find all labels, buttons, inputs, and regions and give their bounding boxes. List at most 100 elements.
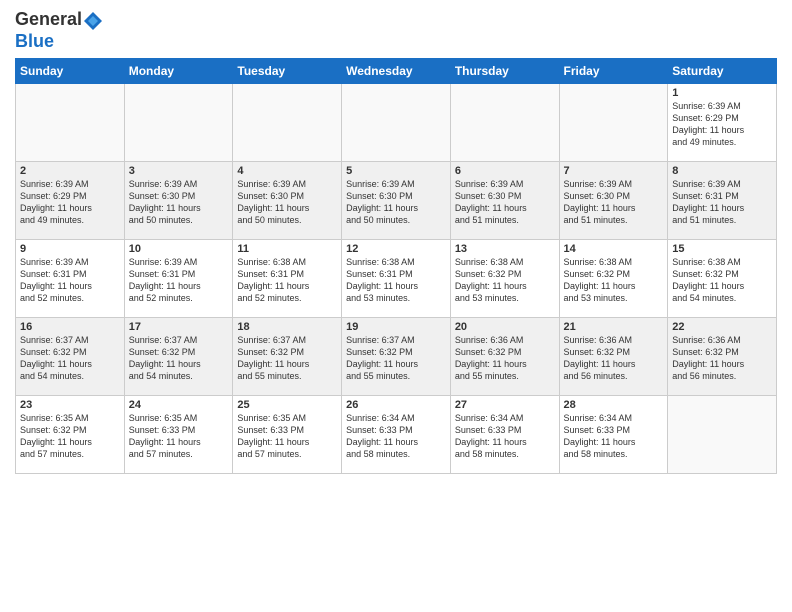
day-number: 9 xyxy=(20,243,120,255)
weekday-header: Wednesday xyxy=(342,58,451,83)
day-info: Sunrise: 6:39 AM Sunset: 6:30 PM Dayligh… xyxy=(346,178,446,227)
day-number: 26 xyxy=(346,399,446,411)
calendar-cell: 10Sunrise: 6:39 AM Sunset: 6:31 PM Dayli… xyxy=(124,239,233,317)
day-number: 3 xyxy=(129,165,229,177)
day-info: Sunrise: 6:37 AM Sunset: 6:32 PM Dayligh… xyxy=(20,334,120,383)
day-number: 6 xyxy=(455,165,555,177)
day-info: Sunrise: 6:39 AM Sunset: 6:29 PM Dayligh… xyxy=(672,100,772,149)
calendar-cell: 1Sunrise: 6:39 AM Sunset: 6:29 PM Daylig… xyxy=(668,83,777,161)
day-number: 27 xyxy=(455,399,555,411)
day-number: 13 xyxy=(455,243,555,255)
day-info: Sunrise: 6:36 AM Sunset: 6:32 PM Dayligh… xyxy=(455,334,555,383)
calendar-cell: 18Sunrise: 6:37 AM Sunset: 6:32 PM Dayli… xyxy=(233,317,342,395)
day-info: Sunrise: 6:37 AM Sunset: 6:32 PM Dayligh… xyxy=(237,334,337,383)
day-info: Sunrise: 6:38 AM Sunset: 6:31 PM Dayligh… xyxy=(237,256,337,305)
weekday-header: Sunday xyxy=(16,58,125,83)
day-info: Sunrise: 6:39 AM Sunset: 6:31 PM Dayligh… xyxy=(20,256,120,305)
calendar-week-row: 1Sunrise: 6:39 AM Sunset: 6:29 PM Daylig… xyxy=(16,83,777,161)
calendar-cell xyxy=(342,83,451,161)
day-number: 2 xyxy=(20,165,120,177)
day-info: Sunrise: 6:39 AM Sunset: 6:30 PM Dayligh… xyxy=(129,178,229,227)
calendar-cell: 8Sunrise: 6:39 AM Sunset: 6:31 PM Daylig… xyxy=(668,161,777,239)
day-info: Sunrise: 6:35 AM Sunset: 6:33 PM Dayligh… xyxy=(129,412,229,461)
calendar-cell: 6Sunrise: 6:39 AM Sunset: 6:30 PM Daylig… xyxy=(450,161,559,239)
calendar-cell: 24Sunrise: 6:35 AM Sunset: 6:33 PM Dayli… xyxy=(124,395,233,473)
day-number: 20 xyxy=(455,321,555,333)
weekday-header-row: SundayMondayTuesdayWednesdayThursdayFrid… xyxy=(16,58,777,83)
calendar-cell xyxy=(450,83,559,161)
day-number: 19 xyxy=(346,321,446,333)
weekday-header: Monday xyxy=(124,58,233,83)
day-info: Sunrise: 6:37 AM Sunset: 6:32 PM Dayligh… xyxy=(346,334,446,383)
day-info: Sunrise: 6:39 AM Sunset: 6:29 PM Dayligh… xyxy=(20,178,120,227)
weekday-header: Tuesday xyxy=(233,58,342,83)
day-info: Sunrise: 6:39 AM Sunset: 6:30 PM Dayligh… xyxy=(455,178,555,227)
weekday-header: Saturday xyxy=(668,58,777,83)
day-info: Sunrise: 6:38 AM Sunset: 6:32 PM Dayligh… xyxy=(564,256,664,305)
calendar-cell xyxy=(559,83,668,161)
day-number: 10 xyxy=(129,243,229,255)
day-number: 4 xyxy=(237,165,337,177)
day-info: Sunrise: 6:37 AM Sunset: 6:32 PM Dayligh… xyxy=(129,334,229,383)
calendar-cell: 14Sunrise: 6:38 AM Sunset: 6:32 PM Dayli… xyxy=(559,239,668,317)
day-number: 1 xyxy=(672,87,772,99)
day-info: Sunrise: 6:36 AM Sunset: 6:32 PM Dayligh… xyxy=(672,334,772,383)
calendar-cell: 19Sunrise: 6:37 AM Sunset: 6:32 PM Dayli… xyxy=(342,317,451,395)
day-number: 12 xyxy=(346,243,446,255)
day-number: 7 xyxy=(564,165,664,177)
day-info: Sunrise: 6:39 AM Sunset: 6:31 PM Dayligh… xyxy=(672,178,772,227)
day-number: 25 xyxy=(237,399,337,411)
calendar-cell: 13Sunrise: 6:38 AM Sunset: 6:32 PM Dayli… xyxy=(450,239,559,317)
day-info: Sunrise: 6:39 AM Sunset: 6:31 PM Dayligh… xyxy=(129,256,229,305)
calendar-week-row: 23Sunrise: 6:35 AM Sunset: 6:32 PM Dayli… xyxy=(16,395,777,473)
day-number: 8 xyxy=(672,165,772,177)
calendar-table: SundayMondayTuesdayWednesdayThursdayFrid… xyxy=(15,58,777,474)
calendar-week-row: 2Sunrise: 6:39 AM Sunset: 6:29 PM Daylig… xyxy=(16,161,777,239)
day-number: 23 xyxy=(20,399,120,411)
day-info: Sunrise: 6:38 AM Sunset: 6:32 PM Dayligh… xyxy=(672,256,772,305)
calendar-cell xyxy=(16,83,125,161)
day-info: Sunrise: 6:35 AM Sunset: 6:32 PM Dayligh… xyxy=(20,412,120,461)
day-number: 15 xyxy=(672,243,772,255)
calendar-cell: 16Sunrise: 6:37 AM Sunset: 6:32 PM Dayli… xyxy=(16,317,125,395)
calendar-cell xyxy=(668,395,777,473)
calendar-cell: 23Sunrise: 6:35 AM Sunset: 6:32 PM Dayli… xyxy=(16,395,125,473)
day-number: 22 xyxy=(672,321,772,333)
calendar-cell: 21Sunrise: 6:36 AM Sunset: 6:32 PM Dayli… xyxy=(559,317,668,395)
calendar-cell: 27Sunrise: 6:34 AM Sunset: 6:33 PM Dayli… xyxy=(450,395,559,473)
day-number: 24 xyxy=(129,399,229,411)
day-info: Sunrise: 6:36 AM Sunset: 6:32 PM Dayligh… xyxy=(564,334,664,383)
day-info: Sunrise: 6:34 AM Sunset: 6:33 PM Dayligh… xyxy=(564,412,664,461)
day-number: 11 xyxy=(237,243,337,255)
calendar-cell: 2Sunrise: 6:39 AM Sunset: 6:29 PM Daylig… xyxy=(16,161,125,239)
page-container: General Blue SundayMondayTuesdayWednesda… xyxy=(0,0,792,612)
calendar-cell: 28Sunrise: 6:34 AM Sunset: 6:33 PM Dayli… xyxy=(559,395,668,473)
day-number: 18 xyxy=(237,321,337,333)
calendar-cell: 7Sunrise: 6:39 AM Sunset: 6:30 PM Daylig… xyxy=(559,161,668,239)
day-info: Sunrise: 6:38 AM Sunset: 6:32 PM Dayligh… xyxy=(455,256,555,305)
page-header: General Blue xyxy=(15,10,777,52)
weekday-header: Thursday xyxy=(450,58,559,83)
calendar-cell xyxy=(233,83,342,161)
calendar-cell: 9Sunrise: 6:39 AM Sunset: 6:31 PM Daylig… xyxy=(16,239,125,317)
calendar-week-row: 9Sunrise: 6:39 AM Sunset: 6:31 PM Daylig… xyxy=(16,239,777,317)
day-info: Sunrise: 6:39 AM Sunset: 6:30 PM Dayligh… xyxy=(564,178,664,227)
day-info: Sunrise: 6:35 AM Sunset: 6:33 PM Dayligh… xyxy=(237,412,337,461)
day-info: Sunrise: 6:34 AM Sunset: 6:33 PM Dayligh… xyxy=(346,412,446,461)
day-number: 14 xyxy=(564,243,664,255)
calendar-cell: 22Sunrise: 6:36 AM Sunset: 6:32 PM Dayli… xyxy=(668,317,777,395)
logo-blue: Blue xyxy=(15,32,104,52)
logo: General Blue xyxy=(15,10,104,52)
logo-text: General Blue xyxy=(15,10,104,52)
calendar-cell: 4Sunrise: 6:39 AM Sunset: 6:30 PM Daylig… xyxy=(233,161,342,239)
calendar-cell: 17Sunrise: 6:37 AM Sunset: 6:32 PM Dayli… xyxy=(124,317,233,395)
calendar-cell xyxy=(124,83,233,161)
calendar-cell: 11Sunrise: 6:38 AM Sunset: 6:31 PM Dayli… xyxy=(233,239,342,317)
day-number: 16 xyxy=(20,321,120,333)
calendar-cell: 5Sunrise: 6:39 AM Sunset: 6:30 PM Daylig… xyxy=(342,161,451,239)
calendar-cell: 20Sunrise: 6:36 AM Sunset: 6:32 PM Dayli… xyxy=(450,317,559,395)
calendar-cell: 15Sunrise: 6:38 AM Sunset: 6:32 PM Dayli… xyxy=(668,239,777,317)
calendar-cell: 12Sunrise: 6:38 AM Sunset: 6:31 PM Dayli… xyxy=(342,239,451,317)
calendar-cell: 3Sunrise: 6:39 AM Sunset: 6:30 PM Daylig… xyxy=(124,161,233,239)
calendar-week-row: 16Sunrise: 6:37 AM Sunset: 6:32 PM Dayli… xyxy=(16,317,777,395)
